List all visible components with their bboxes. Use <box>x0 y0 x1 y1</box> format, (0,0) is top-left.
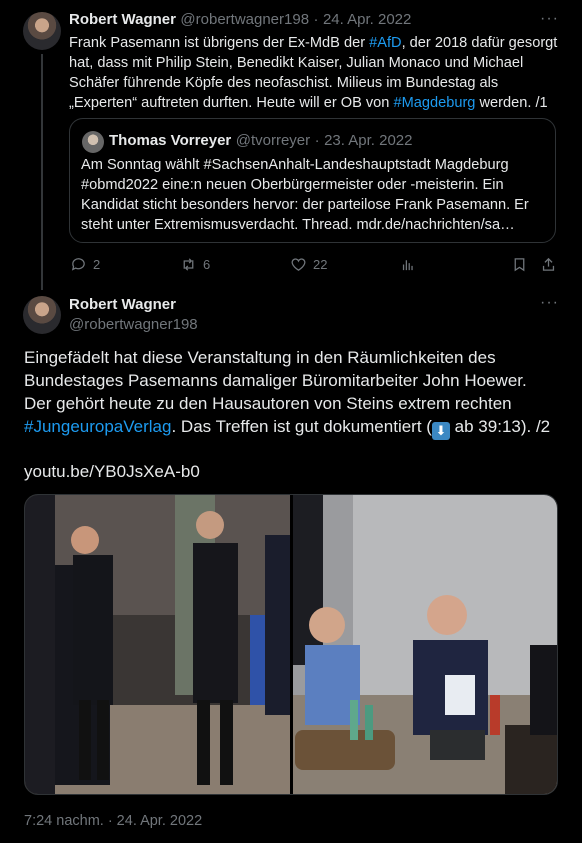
quoted-author-name: Thomas Vorreyer <box>109 132 232 149</box>
views-icon <box>402 260 413 271</box>
tweet-text: Eingefädelt hat diese Veranstaltung in d… <box>24 346 554 440</box>
avatar[interactable] <box>23 296 61 334</box>
author-name[interactable]: Robert Wagner <box>69 11 176 28</box>
retweet-button[interactable]: 6 <box>180 256 210 273</box>
reply-button[interactable]: 2 <box>70 256 100 273</box>
tweet-text-part: ab 39:13). /2 <box>449 417 551 436</box>
video-link[interactable]: youtu.be/YB0JsXeA-b0 <box>24 460 200 483</box>
tweet-text-part: . Das Treffen ist gut dokumentiert ( <box>171 417 432 436</box>
retweet-count: 6 <box>203 257 211 272</box>
tweet-date[interactable]: 24. Apr. 2022 <box>323 11 411 28</box>
bookmark-button[interactable] <box>511 256 528 273</box>
hashtag-link[interactable]: #JungeuropaVerlag <box>24 417 171 436</box>
retweet-icon <box>183 258 194 271</box>
bookmark-icon <box>514 258 525 272</box>
author-handle[interactable]: @robertwagner198 <box>180 11 309 28</box>
author-name[interactable]: Robert Wagner <box>69 296 176 313</box>
hashtag-link[interactable]: #Magdeburg <box>393 95 475 111</box>
share-button[interactable] <box>540 256 557 273</box>
media-grid <box>24 494 558 795</box>
quoted-avatar <box>82 131 104 153</box>
tweet-header: Robert Wagner @robertwagner198 · 24. Apr… <box>69 11 411 29</box>
quoted-date: 23. Apr. 2022 <box>324 132 413 149</box>
hashtag-link[interactable]: #AfD <box>369 35 401 51</box>
tweet-text: Frank Pasemann ist übrigens der Ex-MdB d… <box>69 33 559 113</box>
avatar[interactable] <box>23 12 61 50</box>
heart-icon <box>291 258 306 271</box>
reply-count: 2 <box>93 257 101 272</box>
quoted-author-handle: @tvorreyer <box>235 132 311 149</box>
photo-meeting[interactable] <box>293 495 558 795</box>
thread-connector-line <box>41 54 43 290</box>
reply-icon <box>71 258 85 271</box>
views-button[interactable] <box>400 256 417 273</box>
tweet-text-part: Eingefädelt hat diese Veranstaltung in d… <box>24 348 527 413</box>
tweet-timestamp[interactable]: 7:24 nachm. · 24. Apr. 2022 <box>24 813 202 829</box>
like-count: 22 <box>313 257 328 272</box>
like-button[interactable]: 22 <box>290 256 327 273</box>
quoted-tweet[interactable]: Thomas Vorreyer @tvorreyer · 23. Apr. 20… <box>69 118 556 243</box>
share-icon <box>542 257 555 271</box>
quoted-date-separator: · <box>314 132 320 149</box>
quoted-text: Am Sonntag wählt #SachsenAnhalt-Landesha… <box>81 157 529 233</box>
tweet-text-part: Frank Pasemann ist übrigens der Ex-MdB d… <box>69 35 370 51</box>
author-handle[interactable]: @robertwagner198 <box>69 316 198 333</box>
date-separator: · <box>313 11 319 28</box>
more-options-button[interactable]: ··· <box>540 10 559 28</box>
more-options-button[interactable]: ··· <box>540 294 559 312</box>
tweet-text-part: werden. /1 <box>475 95 548 111</box>
quoted-header: Thomas Vorreyer @tvorreyer · 23. Apr. 20… <box>109 132 412 150</box>
down-arrow-emoji-icon: ⬇ <box>431 422 450 440</box>
photo-handshake[interactable] <box>25 495 290 795</box>
